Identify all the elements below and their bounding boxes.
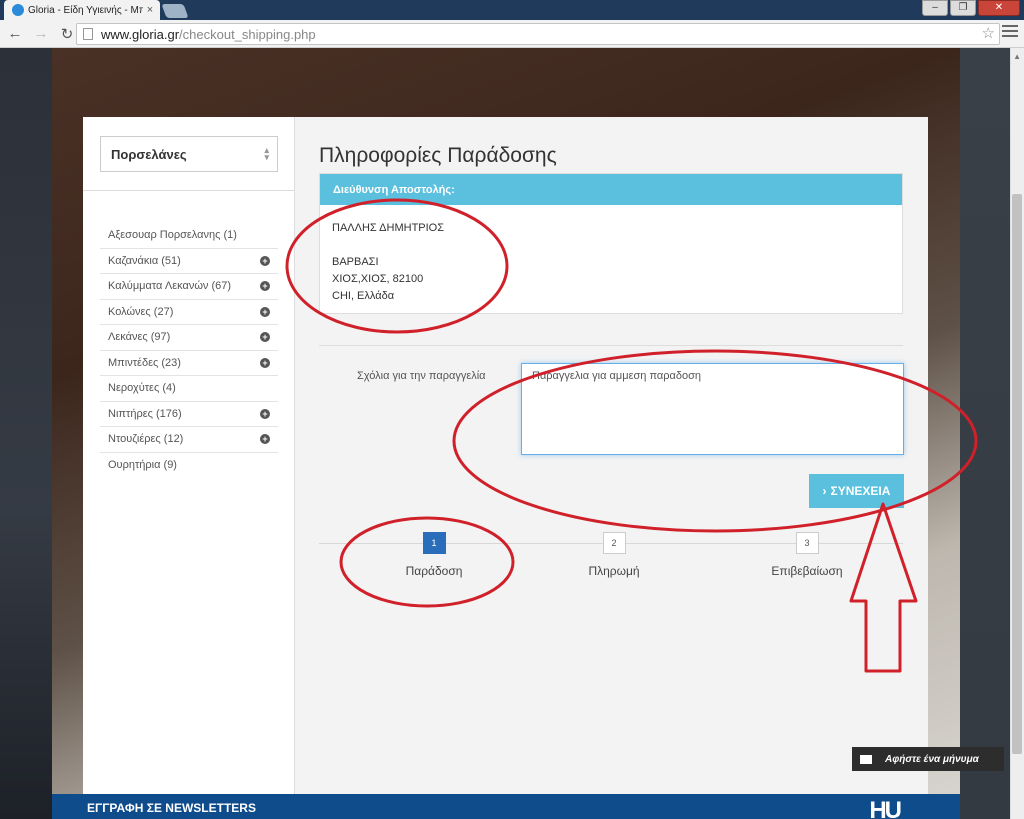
forward-arrow-icon[interactable]: → — [30, 23, 52, 45]
category-item[interactable]: Νιπτήρες (176) + — [100, 402, 278, 427]
expand-plus-icon[interactable]: + — [260, 332, 270, 343]
close-window-button[interactable]: ✕ — [978, 0, 1020, 16]
sidebar-divider — [83, 190, 295, 191]
step-number: 3 — [795, 532, 819, 554]
category-item[interactable]: Κολώνες (27) + — [100, 300, 278, 325]
comments-label: Σχόλια για την παραγγελία — [357, 370, 486, 382]
tab-close-icon[interactable]: × — [143, 4, 157, 16]
background-right — [960, 48, 1010, 819]
category-label: Κολώνες (27) — [108, 305, 174, 318]
continue-label: ΣΥΝΕΧΕΙΑ — [830, 484, 891, 498]
scroll-up-arrow-icon[interactable]: ▲ — [1013, 52, 1021, 61]
expand-plus-icon[interactable]: + — [260, 306, 270, 317]
category-item[interactable]: Αξεσουαρ Πορσελανης (1) — [100, 223, 278, 249]
address-bar[interactable]: www.gloria.gr/checkout_shipping.php ☆ — [76, 23, 1000, 45]
category-label: Μπιντέδες (23) — [108, 356, 181, 369]
step-number: 1 — [422, 532, 446, 554]
category-item[interactable]: Νεροχύτες (4) — [100, 376, 278, 402]
expand-plus-icon[interactable]: + — [260, 357, 270, 368]
tab-title: Gloria - Είδη Υγιεινής - Μπ — [28, 4, 143, 16]
footer-logo: HU — [869, 797, 902, 819]
category-label: Λεκάνες (97) — [108, 331, 171, 344]
category-label: Νιπτήρες (176) — [108, 407, 182, 420]
category-item[interactable]: Καλύμματα Λεκανών (67) + — [100, 274, 278, 300]
expand-plus-icon[interactable]: + — [260, 281, 270, 292]
maximize-button[interactable]: ❐ — [950, 0, 976, 16]
expand-plus-icon[interactable]: + — [260, 255, 270, 266]
scrollbar-thumb[interactable] — [1012, 194, 1022, 754]
address-spacer — [332, 237, 890, 254]
reload-icon[interactable]: ↻ — [56, 23, 78, 45]
checkout-main: Πληροφορίες Παράδοσης Διεύθυνση Αποστολή… — [295, 117, 928, 805]
browser-tab-strip: Gloria - Είδη Υγιεινής - Μπ × – ❐ ✕ — [0, 0, 1024, 20]
step-confirmation: 3 Επιβεβαίωση — [747, 532, 867, 578]
shipping-address: ΠΑΛΛΗΣ ΔΗΜΗΤΡΙΟΣ ΒΑΡΒΑΣΙ ΧΙΟΣ,ΧΙΟΣ, 8210… — [320, 205, 902, 320]
continue-button[interactable]: › ΣΥΝΕΧΕΙΑ — [809, 474, 904, 508]
step-label: Επιβεβαίωση — [771, 564, 843, 578]
browser-toolbar: ← → ↻ www.gloria.gr/checkout_shipping.ph… — [0, 20, 1024, 48]
window-controls: – ❐ ✕ — [922, 0, 1020, 16]
expand-plus-icon[interactable]: + — [260, 434, 270, 445]
step-label: Πληρωμή — [588, 564, 640, 578]
category-select-value: Πορσελάνες — [111, 146, 187, 162]
address-panel-heading: Διεύθυνση Αποστολής: — [320, 174, 902, 205]
category-label: Καλύμματα Λεκανών (67) — [108, 280, 232, 293]
page-scrollbar[interactable]: ▲ — [1010, 48, 1024, 819]
page-title: Πληροφορίες Παράδοσης — [319, 144, 557, 167]
checkout-content: Πορσελάνες ▴ ▾ Αξεσουαρ Πορσελανης (1) Κα… — [83, 117, 928, 805]
section-divider — [319, 345, 903, 346]
category-item[interactable]: Ντουζιέρες (12) + — [100, 427, 278, 453]
shipping-address-panel: Διεύθυνση Αποστολής: ΠΑΛΛΗΣ ΔΗΜΗΤΡΙΟΣ ΒΑ… — [319, 173, 903, 314]
envelope-icon — [860, 754, 872, 764]
bookmark-star-icon[interactable]: ☆ — [982, 24, 995, 42]
chat-message-tab[interactable]: Αφήστε ένα μήνυμα — [852, 747, 1004, 771]
background-left — [0, 48, 52, 819]
site-favicon-icon — [12, 4, 24, 16]
expand-plus-icon[interactable]: + — [260, 408, 270, 419]
category-item[interactable]: Μπιντέδες (23) + — [100, 351, 278, 376]
chat-label: Αφήστε ένα μήνυμα — [885, 753, 979, 765]
category-label: Νεροχύτες (4) — [108, 382, 176, 395]
url-path: /checkout_shipping.php — [179, 26, 316, 42]
category-label: Ουρητήρια (9) — [108, 459, 177, 472]
order-comments-textarea[interactable]: Παραγγελια για αμμεση παραδοση — [521, 363, 904, 455]
address-line1: ΒΑΡΒΑΣΙ — [332, 256, 379, 268]
new-tab-button[interactable] — [161, 4, 189, 18]
category-list: Αξεσουαρ Πορσελανης (1) Καζανάκια (51) + … — [100, 223, 278, 478]
step-payment: 2 Πληρωμή — [554, 532, 674, 578]
category-sidebar: Πορσελάνες ▴ ▾ Αξεσουαρ Πορσελανης (1) Κα… — [83, 117, 295, 805]
chevron-right-icon: › — [822, 484, 827, 498]
page-viewport: Πορσελάνες ▴ ▾ Αξεσουαρ Πορσελανης (1) Κα… — [0, 48, 1024, 819]
address-line2: ΧΙΟΣ,ΧΙΟΣ, 82100 — [332, 273, 424, 285]
minimize-button[interactable]: – — [922, 0, 948, 16]
address-name: ΠΑΛΛΗΣ ΔΗΜΗΤΡΙΟΣ — [332, 222, 445, 234]
category-label: Ντουζιέρες (12) — [108, 433, 184, 446]
browser-tab[interactable]: Gloria - Είδη Υγιεινής - Μπ × — [4, 0, 160, 20]
select-caret-icon: ▴ ▾ — [264, 145, 269, 162]
step-label: Παράδοση — [405, 564, 463, 578]
category-item[interactable]: Ουρητήρια (9) — [100, 453, 278, 479]
step-delivery: 1 Παράδοση — [374, 532, 494, 578]
step-number: 2 — [602, 532, 626, 554]
category-label: Αξεσουαρ Πορσελανης (1) — [108, 229, 237, 242]
address-line3: CHI, Ελλάδα — [332, 290, 395, 302]
back-arrow-icon[interactable]: ← — [4, 23, 26, 45]
newsletter-label[interactable]: ΕΓΓΡΑΦΗ ΣΕ NEWSLETTERS — [87, 801, 256, 815]
category-label: Καζανάκια (51) — [108, 254, 181, 267]
category-item[interactable]: Καζανάκια (51) + — [100, 249, 278, 274]
browser-menu-icon[interactable] — [1002, 25, 1018, 37]
url-domain: www.gloria.gr — [101, 26, 180, 42]
category-item[interactable]: Λεκάνες (97) + — [100, 325, 278, 351]
newsletter-footer: ΕΓΓΡΑΦΗ ΣΕ NEWSLETTERS HU — [52, 794, 960, 819]
page-icon — [83, 28, 93, 40]
category-select[interactable]: Πορσελάνες ▴ ▾ — [100, 136, 278, 172]
